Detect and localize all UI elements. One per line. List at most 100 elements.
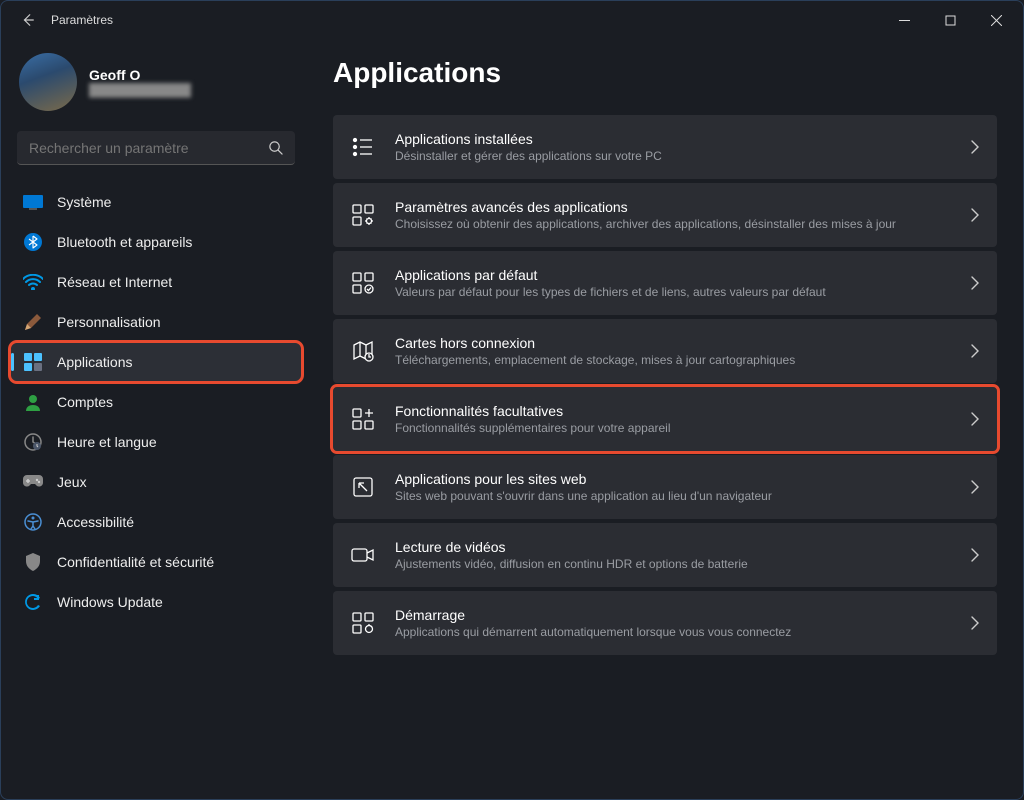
sidebar-item-label: Système <box>57 194 111 210</box>
maximize-button[interactable] <box>927 1 973 39</box>
sidebar-item-time[interactable]: Heure et langue <box>11 423 301 461</box>
card-subtitle: Valeurs par défaut pour les types de fic… <box>395 285 951 299</box>
minimize-icon <box>899 15 910 26</box>
maximize-icon <box>945 15 956 26</box>
update-icon <box>23 592 43 612</box>
network-icon <box>23 272 43 292</box>
sidebar-nav: Système Bluetooth et appareils Réseau et I… <box>11 183 301 621</box>
sidebar-item-label: Personnalisation <box>57 314 161 330</box>
sidebar-item-bluetooth[interactable]: Bluetooth et appareils <box>11 223 301 261</box>
sidebar-item-gaming[interactable]: Jeux <box>11 463 301 501</box>
accounts-icon <box>23 392 43 412</box>
card-body: Applications installées Désinstaller et g… <box>395 131 951 163</box>
card-subtitle: Ajustements vidéo, diffusion en continu … <box>395 557 951 571</box>
settings-cards: Applications installées Désinstaller et g… <box>333 115 997 655</box>
minimize-button[interactable] <box>881 1 927 39</box>
default-icon <box>351 271 375 295</box>
card-title: Applications par défaut <box>395 267 951 283</box>
card-body: Applications par défaut Valeurs par défau… <box>395 267 951 299</box>
sidebar-item-label: Jeux <box>57 474 87 490</box>
sidebar-item-label: Applications <box>57 354 133 370</box>
sidebar: Geoff O ████████████ Système Bluetooth et… <box>1 39 311 799</box>
card-websites[interactable]: Applications pour les sites web Sites web… <box>333 455 997 519</box>
sidebar-item-personalize[interactable]: Personnalisation <box>11 303 301 341</box>
card-subtitle: Sites web pouvant s'ouvrir dans une appl… <box>395 489 951 503</box>
sidebar-item-label: Windows Update <box>57 594 163 610</box>
system-icon <box>23 192 43 212</box>
card-startup[interactable]: Démarrage Applications qui démarrent auto… <box>333 591 997 655</box>
sidebar-item-accounts[interactable]: Comptes <box>11 383 301 421</box>
card-subtitle: Désinstaller et gérer des applications s… <box>395 149 951 163</box>
close-button[interactable] <box>973 1 1019 39</box>
chevron-right-icon <box>971 208 979 222</box>
personalize-icon <box>23 312 43 332</box>
sidebar-item-accessibility[interactable]: Accessibilité <box>11 503 301 541</box>
card-advanced[interactable]: Paramètres avancés des applicationsChois… <box>333 183 997 247</box>
card-title: Paramètres avancés des applications <box>395 199 951 215</box>
card-subtitle: Fonctionnalités supplémentaires pour vot… <box>395 421 951 435</box>
profile-email: ████████████ <box>89 83 191 97</box>
sidebar-item-label: Réseau et Internet <box>57 274 172 290</box>
profile-block[interactable]: Geoff O ████████████ <box>11 47 301 127</box>
apps-icon <box>23 352 43 372</box>
optional-icon <box>351 407 375 431</box>
search-icon <box>268 140 283 155</box>
sidebar-item-label: Confidentialité et sécurité <box>57 554 214 570</box>
card-default[interactable]: Applications par défaut Valeurs par défau… <box>333 251 997 315</box>
sidebar-item-network[interactable]: Réseau et Internet <box>11 263 301 301</box>
chevron-right-icon <box>971 344 979 358</box>
titlebar: Paramètres <box>1 1 1023 39</box>
websites-icon <box>351 475 375 499</box>
sidebar-item-label: Accessibilité <box>57 514 134 530</box>
bluetooth-icon <box>23 232 43 252</box>
maps-icon <box>351 339 375 363</box>
main-panel: Applications Applications installées Dési… <box>311 39 1023 799</box>
page-title: Applications <box>333 57 997 89</box>
card-maps[interactable]: Cartes hors connexion Téléchargements, em… <box>333 319 997 383</box>
close-icon <box>991 15 1002 26</box>
card-body: Démarrage Applications qui démarrent auto… <box>395 607 951 639</box>
card-body: Cartes hors connexion Téléchargements, em… <box>395 335 951 367</box>
chevron-right-icon <box>971 616 979 630</box>
card-title: Démarrage <box>395 607 951 623</box>
sidebar-item-system[interactable]: Système <box>11 183 301 221</box>
card-subtitle: Téléchargements, emplacement de stockage… <box>395 353 951 367</box>
profile-name: Geoff O <box>89 67 191 83</box>
card-video[interactable]: Lecture de vidéos Ajustements vidéo, diff… <box>333 523 997 587</box>
card-title: Applications installées <box>395 131 951 147</box>
gaming-icon <box>23 472 43 492</box>
card-optional[interactable]: Fonctionnalités facultatives Fonctionnali… <box>333 387 997 451</box>
arrow-left-icon <box>21 13 35 27</box>
card-body: Lecture de vidéos Ajustements vidéo, diff… <box>395 539 951 571</box>
card-title: Fonctionnalités facultatives <box>395 403 951 419</box>
card-body: Fonctionnalités facultatives Fonctionnali… <box>395 403 951 435</box>
video-icon <box>351 543 375 567</box>
back-button[interactable] <box>19 11 37 29</box>
sidebar-item-update[interactable]: Windows Update <box>11 583 301 621</box>
avatar <box>19 53 77 111</box>
chevron-right-icon <box>971 140 979 154</box>
advanced-icon <box>351 203 375 227</box>
sidebar-item-label: Bluetooth et appareils <box>57 234 192 250</box>
card-title: Cartes hors connexion <box>395 335 951 351</box>
sidebar-item-label: Heure et langue <box>57 434 157 450</box>
search-input[interactable] <box>29 140 268 156</box>
card-title: Applications pour les sites web <box>395 471 951 487</box>
startup-icon <box>351 611 375 635</box>
sidebar-item-label: Comptes <box>57 394 113 410</box>
card-subtitle: Applications qui démarrent automatiqueme… <box>395 625 951 639</box>
window-title: Paramètres <box>51 13 113 27</box>
sidebar-item-privacy[interactable]: Confidentialité et sécurité <box>11 543 301 581</box>
sidebar-item-apps[interactable]: Applications <box>11 343 301 381</box>
chevron-right-icon <box>971 548 979 562</box>
card-body: Applications pour les sites web Sites web… <box>395 471 951 503</box>
search-field[interactable] <box>17 131 295 165</box>
installed-icon <box>351 135 375 159</box>
chevron-right-icon <box>971 480 979 494</box>
card-title: Lecture de vidéos <box>395 539 951 555</box>
accessibility-icon <box>23 512 43 532</box>
card-body: Paramètres avancés des applicationsChois… <box>395 199 951 231</box>
time-icon <box>23 432 43 452</box>
privacy-icon <box>23 552 43 572</box>
card-installed[interactable]: Applications installées Désinstaller et g… <box>333 115 997 179</box>
